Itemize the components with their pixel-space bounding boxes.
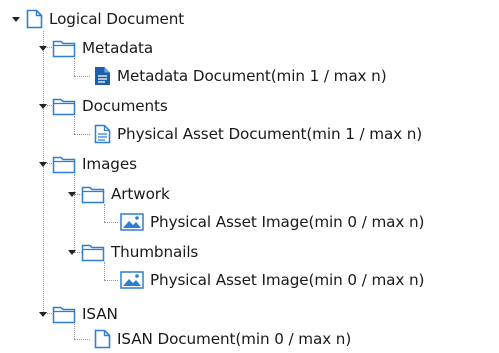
expand-toggle-icon[interactable] [38, 309, 49, 320]
tree-node-label: Thumbnails [111, 243, 199, 261]
tree-node-label: Documents [82, 97, 168, 115]
tree-node-physical-asset-image[interactable]: Physical Asset Image(min 0 / max n) [120, 266, 424, 294]
folder-icon [52, 96, 76, 116]
tree-connector [74, 76, 90, 77]
expand-toggle-icon[interactable] [67, 247, 78, 258]
tree-node-artwork[interactable]: Artwork [67, 180, 170, 208]
folder-icon [81, 242, 105, 262]
tree-node-label: ISAN Document(min 0 / max n) [117, 330, 352, 348]
tree-node-label: Logical Document [49, 10, 185, 28]
expand-toggle-icon[interactable] [11, 14, 22, 25]
tree-node-physical-asset-document[interactable]: Physical Asset Document(min 1 / max n) [94, 120, 422, 148]
tree-node-images[interactable]: Images [38, 150, 137, 178]
tree-node-label: Metadata Document(min 1 / max n) [117, 67, 387, 85]
expand-toggle-icon[interactable] [38, 43, 49, 54]
image-icon [120, 271, 144, 289]
tree-node-label: Physical Asset Image(min 0 / max n) [150, 213, 425, 231]
filled-document-icon [94, 66, 111, 86]
document-outline-icon [94, 329, 111, 349]
tree-connector [74, 339, 90, 340]
expand-toggle-icon[interactable] [38, 159, 49, 170]
folder-icon [52, 304, 76, 324]
tree-connector [104, 280, 118, 281]
tree-node-label: Images [82, 155, 137, 173]
tree-connector [74, 134, 90, 135]
document-structure-tree: Logical Document Metadata Metadata Docum… [0, 0, 499, 352]
lined-document-icon [94, 124, 111, 144]
folder-icon [81, 184, 105, 204]
tree-node-thumbnails[interactable]: Thumbnails [67, 238, 198, 266]
tree-node-isan[interactable]: ISAN [38, 300, 118, 328]
tree-node-physical-asset-image[interactable]: Physical Asset Image(min 0 / max n) [120, 208, 424, 236]
folder-icon [52, 154, 76, 174]
tree-node-label: Artwork [111, 185, 170, 203]
tree-node-label: Physical Asset Image(min 0 / max n) [150, 271, 425, 289]
folder-icon [52, 38, 76, 58]
tree-node-label: Physical Asset Document(min 1 / max n) [117, 125, 423, 143]
tree-node-logical-document[interactable]: Logical Document [11, 5, 184, 33]
tree-node-label: ISAN [82, 305, 118, 323]
tree-node-metadata-document[interactable]: Metadata Document(min 1 / max n) [94, 62, 387, 90]
image-icon [120, 213, 144, 231]
tree-connector [104, 222, 118, 223]
tree-node-isan-document[interactable]: ISAN Document(min 0 / max n) [94, 325, 351, 353]
expand-toggle-icon[interactable] [38, 101, 49, 112]
tree-node-label: Metadata [82, 39, 154, 57]
document-outline-icon [26, 9, 43, 29]
expand-toggle-icon[interactable] [67, 189, 78, 200]
tree-node-documents[interactable]: Documents [38, 92, 168, 120]
tree-node-metadata[interactable]: Metadata [38, 34, 153, 62]
